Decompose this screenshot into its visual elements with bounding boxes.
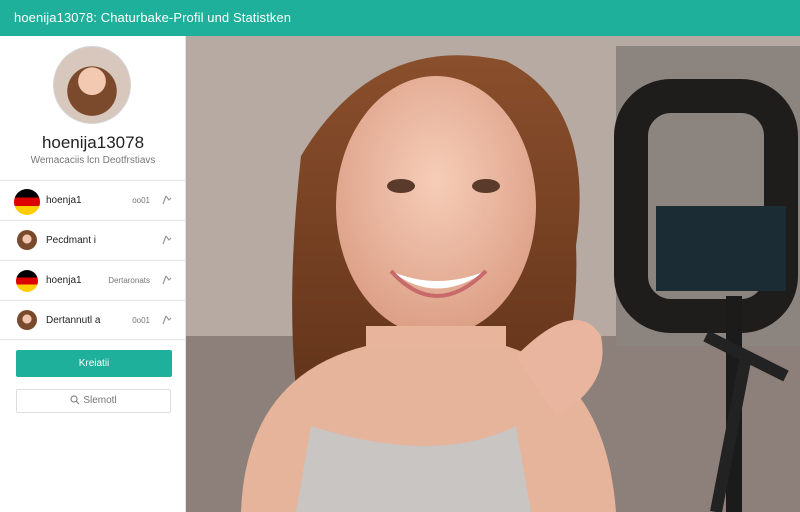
search-button[interactable]: Slemotl <box>16 389 171 413</box>
profile-avatar <box>53 46 131 124</box>
list-item-name: hoenja1 <box>46 275 82 286</box>
top-bar: hoenija13078: Chaturbake-Profil und Stat… <box>0 0 800 36</box>
list-item[interactable]: hoenja1 Dertaronats <box>0 260 186 300</box>
search-label: Slemotl <box>83 395 117 406</box>
avatar-icon <box>17 230 37 250</box>
profile-sidebar: hoenija13078 Wemacaciis lcn Deotfrstiavs… <box>0 36 186 512</box>
page-title: hoenija13078: Chaturbake-Profil und Stat… <box>14 10 292 25</box>
germany-flag-icon <box>14 189 40 215</box>
list-item-meta: oo01 <box>132 196 150 205</box>
list-item-name: Dertannutl a <box>46 315 101 326</box>
list-item-name: hoenja1 <box>46 195 82 206</box>
list-item-meta: Dertaronats <box>108 276 150 285</box>
share-icon[interactable] <box>160 273 174 287</box>
list-item[interactable]: hoenja1 oo01 <box>0 180 186 220</box>
list-item[interactable]: Dertannutl a 0o01 <box>0 300 186 340</box>
primary-action-button[interactable]: Kreiatii <box>16 350 172 377</box>
share-icon[interactable] <box>160 233 174 247</box>
profile-subtitle: Wemacaciis lcn Deotfrstiavs <box>30 155 156 166</box>
list-item[interactable]: Pecdmant i <box>0 220 186 260</box>
profile-username: hoenija13078 <box>41 133 145 152</box>
share-icon[interactable] <box>160 193 174 207</box>
search-icon <box>70 395 80 405</box>
share-icon[interactable] <box>160 313 174 327</box>
list-item-name: Pecdmant i <box>46 235 97 246</box>
profile-photo-illustration <box>186 36 800 512</box>
avatar-icon <box>17 310 37 330</box>
profile-list: hoenja1 oo01 Pecdmant i hoenja1 Dertaron… <box>0 180 186 340</box>
profile-photo <box>186 36 800 512</box>
germany-flag-icon <box>16 270 38 292</box>
list-item-meta: 0o01 <box>132 316 150 325</box>
